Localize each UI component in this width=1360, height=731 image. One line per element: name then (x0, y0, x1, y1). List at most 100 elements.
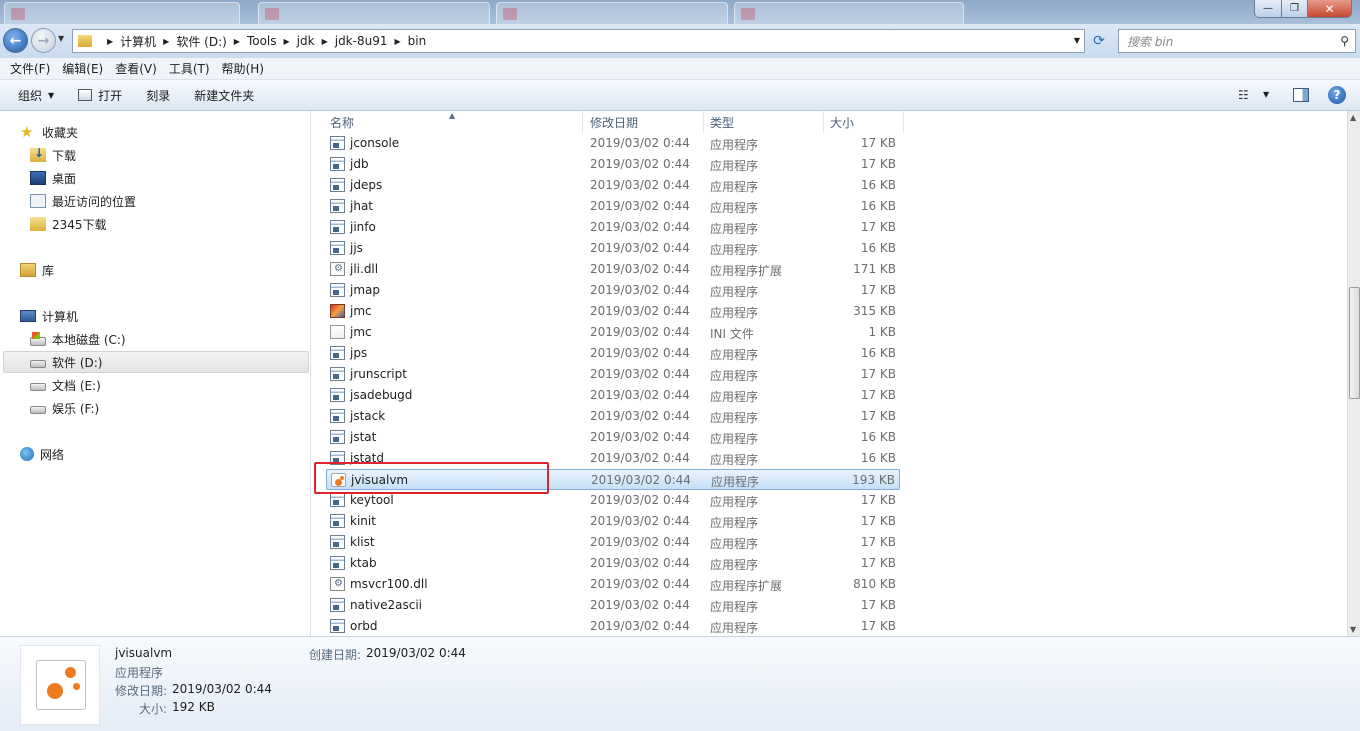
file-row[interactable]: jmc 2019/03/02 0:44 INI 文件 1 KB (326, 322, 900, 343)
file-row[interactable]: jstack 2019/03/02 0:44 应用程序 17 KB (326, 406, 900, 427)
organize-button[interactable]: 组织 ▼ (0, 80, 66, 110)
address-dropdown-icon[interactable]: ▼ (1074, 36, 1080, 45)
file-size: 16 KB (860, 199, 896, 213)
file-row[interactable]: jhat 2019/03/02 0:44 应用程序 16 KB (326, 196, 900, 217)
nav-drive-f[interactable]: 娱乐 (F:) (30, 397, 99, 419)
file-type: 应用程序 (710, 621, 759, 635)
file-modified-date: 2019/03/02 0:44 (590, 451, 690, 465)
file-name: native2ascii (350, 598, 422, 612)
breadcrumb-separator-icon[interactable]: ▶ (284, 37, 290, 46)
scrollbar-thumb[interactable] (1349, 287, 1360, 399)
file-row[interactable]: jdb 2019/03/02 0:44 应用程序 17 KB (326, 154, 900, 175)
file-row[interactable]: msvcr100.dll 2019/03/02 0:44 应用程序扩展 810 KB (326, 574, 900, 595)
chevron-down-icon[interactable]: ▼ (1263, 90, 1269, 99)
breadcrumb-separator-icon[interactable]: ▶ (322, 37, 328, 46)
scroll-down-icon[interactable]: ▼ (1350, 625, 1356, 634)
burn-button[interactable]: 刻录 (134, 80, 182, 110)
vertical-scrollbar[interactable]: ▲ ▼ (1347, 111, 1360, 636)
file-row[interactable]: keytool 2019/03/02 0:44 应用程序 17 KB (326, 490, 900, 511)
exe-icon (330, 451, 345, 465)
file-modified-date: 2019/03/02 0:44 (590, 409, 690, 423)
nav-2345-downloads[interactable]: 2345下载 (30, 213, 107, 235)
menu-view[interactable]: 查看(V) (109, 60, 163, 77)
breadcrumb-tools[interactable]: Tools (247, 34, 277, 48)
nav-downloads[interactable]: 下载 (30, 144, 76, 166)
background-tab[interactable] (4, 2, 240, 24)
nav-label: 本地磁盘 (C:) (52, 332, 126, 347)
search-icon[interactable]: ⚲ (1340, 34, 1349, 48)
minimize-button[interactable]: — (1255, 0, 1281, 17)
nav-recent-places[interactable]: 最近访问的位置 (30, 190, 136, 212)
breadcrumb-separator-icon[interactable]: ▶ (163, 37, 169, 46)
back-button[interactable]: ← (3, 28, 28, 53)
computer-icon (20, 310, 36, 322)
background-tab[interactable] (734, 2, 964, 24)
nav-label: 库 (42, 263, 55, 278)
column-header-date[interactable]: 修改日期 (584, 111, 704, 133)
address-bar[interactable]: ▶ 计算机 ▶ 软件 (D:) ▶ Tools ▶ jdk ▶ jdk-8u91… (72, 29, 1085, 53)
breadcrumb-bin[interactable]: bin (408, 34, 427, 48)
maximize-button[interactable]: ❐ (1281, 0, 1307, 17)
file-row[interactable]: jvisualvm 2019/03/02 0:44 应用程序 193 KB (326, 469, 900, 490)
column-header-size[interactable]: 大小 (824, 111, 904, 133)
details-file-name: jvisualvm (115, 646, 173, 660)
file-name: jps (350, 346, 368, 360)
breadcrumb-separator-icon[interactable]: ▶ (234, 37, 240, 46)
file-row[interactable]: jsadebugd 2019/03/02 0:44 应用程序 17 KB (326, 385, 900, 406)
column-header-type[interactable]: 类型 (704, 111, 824, 133)
help-icon[interactable]: ? (1328, 86, 1346, 104)
file-row[interactable]: native2ascii 2019/03/02 0:44 应用程序 17 KB (326, 595, 900, 616)
background-tab[interactable] (258, 2, 490, 24)
nav-favorites[interactable]: ★ 收藏夹 (20, 121, 78, 143)
nav-libraries[interactable]: 库 (20, 259, 54, 281)
nav-drive-d[interactable]: 软件 (D:) (3, 351, 309, 373)
menu-file[interactable]: 文件(F) (4, 60, 56, 77)
breadcrumb-drive-d[interactable]: 软件 (D:) (176, 33, 226, 50)
preview-pane-icon[interactable] (1293, 88, 1309, 102)
file-row[interactable]: jps 2019/03/02 0:44 应用程序 16 KB (326, 343, 900, 364)
new-folder-button[interactable]: 新建文件夹 (182, 80, 266, 110)
exe-icon (330, 136, 345, 150)
nav-label: 最近访问的位置 (52, 194, 137, 209)
nav-desktop[interactable]: 桌面 (30, 167, 76, 189)
nav-network[interactable]: 网络 (20, 443, 64, 465)
file-row[interactable]: jstat 2019/03/02 0:44 应用程序 16 KB (326, 427, 900, 448)
scroll-up-icon[interactable]: ▲ (1350, 113, 1356, 122)
file-row[interactable]: klist 2019/03/02 0:44 应用程序 17 KB (326, 532, 900, 553)
file-row[interactable]: jrunscript 2019/03/02 0:44 应用程序 17 KB (326, 364, 900, 385)
search-input[interactable]: 搜索 bin ⚲ (1118, 29, 1356, 53)
file-row[interactable]: jmap 2019/03/02 0:44 应用程序 17 KB (326, 280, 900, 301)
file-type: 应用程序 (710, 180, 759, 194)
file-row[interactable]: jmc 2019/03/02 0:44 应用程序 315 KB (326, 301, 900, 322)
background-tab[interactable] (496, 2, 728, 24)
file-row[interactable]: jli.dll 2019/03/02 0:44 应用程序扩展 171 KB (326, 259, 900, 280)
view-options-icon[interactable]: ☷ (1238, 88, 1249, 102)
refresh-button[interactable]: ⟳ (1088, 30, 1110, 52)
close-button[interactable]: ✕ (1307, 0, 1351, 17)
file-row[interactable]: jinfo 2019/03/02 0:44 应用程序 17 KB (326, 217, 900, 238)
breadcrumb-separator-icon[interactable]: ▶ (394, 37, 400, 46)
file-row[interactable]: jdeps 2019/03/02 0:44 应用程序 16 KB (326, 175, 900, 196)
command-bar: 组织 ▼ 打开 刻录 新建文件夹 ☷ ▼ ? (0, 80, 1360, 111)
menu-tools[interactable]: 工具(T) (163, 60, 216, 77)
file-row[interactable]: orbd 2019/03/02 0:44 应用程序 17 KB (326, 616, 900, 636)
nav-computer[interactable]: 计算机 (20, 305, 78, 327)
file-row[interactable]: kinit 2019/03/02 0:44 应用程序 17 KB (326, 511, 900, 532)
breadcrumb-jdk[interactable]: jdk (297, 34, 315, 48)
nav-drive-e[interactable]: 文档 (E:) (30, 374, 101, 396)
forward-button[interactable]: → (31, 28, 56, 53)
breadcrumb-jdk-8u91[interactable]: jdk-8u91 (335, 34, 388, 48)
nav-drive-c[interactable]: 本地磁盘 (C:) (30, 328, 126, 350)
file-name: jhat (350, 199, 373, 213)
file-row[interactable]: jstatd 2019/03/02 0:44 应用程序 16 KB (326, 448, 900, 469)
file-row[interactable]: jjs 2019/03/02 0:44 应用程序 16 KB (326, 238, 900, 259)
recent-pages-dropdown-icon[interactable]: ▼ (58, 34, 64, 43)
file-row[interactable]: ktab 2019/03/02 0:44 应用程序 17 KB (326, 553, 900, 574)
menu-help[interactable]: 帮助(H) (216, 60, 270, 77)
breadcrumb-separator-icon[interactable]: ▶ (107, 37, 113, 46)
open-button[interactable]: 打开 (66, 80, 134, 110)
file-row[interactable]: jconsole 2019/03/02 0:44 应用程序 17 KB (326, 133, 900, 154)
breadcrumb-computer[interactable]: 计算机 (120, 33, 156, 50)
menu-edit[interactable]: 编辑(E) (56, 60, 109, 77)
open-icon (78, 89, 93, 101)
